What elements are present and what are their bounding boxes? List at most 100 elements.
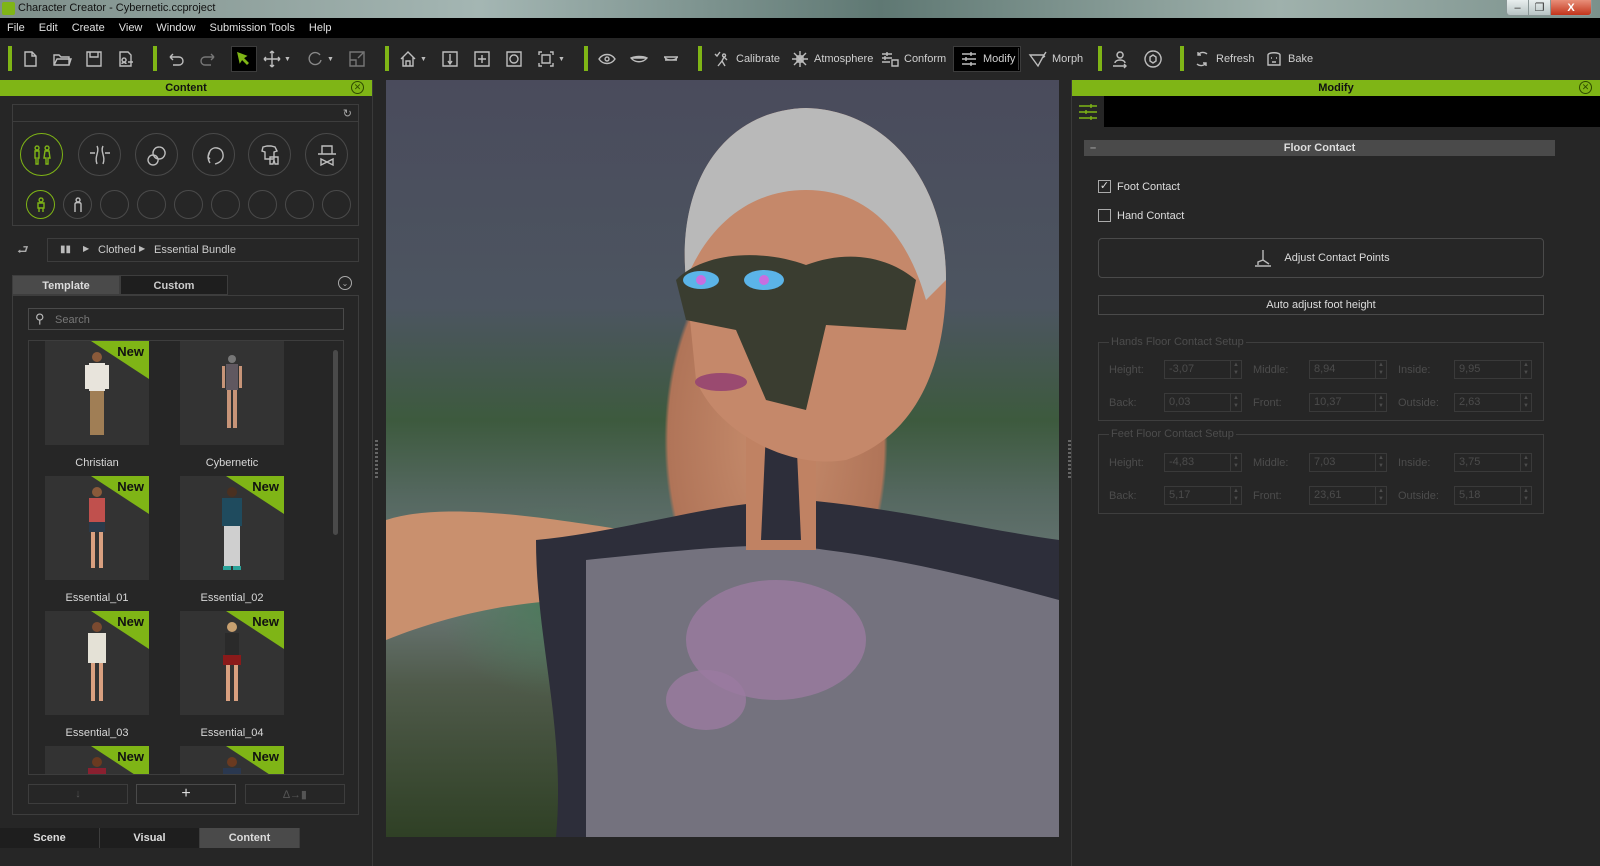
download-button[interactable]: ↓ (28, 784, 128, 804)
mouth-view-button[interactable] (629, 48, 649, 70)
atmosphere-button[interactable]: Atmosphere (790, 48, 873, 70)
subcategory-empty[interactable] (211, 190, 240, 219)
category-cloth[interactable] (248, 133, 291, 176)
template-item[interactable]: New (45, 746, 149, 774)
home-camera-button[interactable]: ▼ (398, 48, 427, 70)
frame-view-button[interactable]: ▼ (536, 48, 565, 70)
subcategory-empty[interactable] (174, 190, 203, 219)
orbit-view-button[interactable] (504, 48, 524, 70)
grid-scrollbar[interactable] (333, 350, 338, 535)
select-tool-button[interactable] (231, 46, 257, 72)
breadcrumb-clothed[interactable]: Clothed (98, 244, 136, 256)
subcategory-empty[interactable] (322, 190, 351, 219)
breadcrumb-essential-bundle[interactable]: Essential Bundle (154, 244, 236, 256)
adjust-contact-points-button[interactable]: Adjust Contact Points (1098, 238, 1544, 278)
teeth-view-button[interactable] (661, 48, 681, 70)
spinner-arrows-icon[interactable]: ▲ ▼ (1375, 454, 1386, 471)
left-splitter-handle[interactable] (375, 440, 378, 480)
refresh-button[interactable]: Refresh (1192, 48, 1255, 70)
menu-help[interactable]: Help (309, 22, 332, 34)
people-icon[interactable]: ▮▮ (60, 244, 71, 255)
morph-button[interactable]: Morph (1028, 48, 1083, 70)
spinner-arrows-icon[interactable]: ▲ ▼ (1520, 454, 1531, 471)
category-skin[interactable] (135, 133, 178, 176)
spinner-arrows-icon[interactable]: ▲ ▼ (1230, 487, 1241, 504)
feet-height-spinner[interactable]: -4,83 ▲ ▼ (1164, 453, 1242, 472)
tab-custom[interactable]: Custom (120, 275, 228, 295)
template-item[interactable]: New Essential_02 (180, 476, 284, 604)
spinner-arrows-icon[interactable]: ▲ ▼ (1230, 454, 1241, 471)
redo-button[interactable] (198, 48, 218, 70)
hands-outside-spinner[interactable]: 2,63 ▲ ▼ (1454, 393, 1532, 412)
transfer-button[interactable]: ∆→▮ (245, 784, 345, 804)
tab-template[interactable]: Template (12, 275, 120, 295)
save-button[interactable] (84, 48, 104, 70)
open-button[interactable] (52, 48, 72, 70)
category-morph[interactable] (78, 133, 121, 176)
subcategory-empty[interactable] (285, 190, 314, 219)
options-chevron-icon[interactable]: ⌄ (338, 276, 352, 290)
template-item[interactable]: New Essential_03 (45, 611, 149, 739)
hands-back-spinner[interactable]: 0,03 ▲ ▼ (1164, 393, 1242, 412)
close-panel-icon[interactable]: ✕ (351, 81, 364, 94)
modify-button[interactable]: Modify (953, 46, 1022, 72)
spinner-arrows-icon[interactable]: ▲ ▼ (1230, 361, 1241, 378)
bake-button[interactable]: Bake (1264, 48, 1313, 70)
new-file-button[interactable] (20, 48, 40, 70)
template-item[interactable]: New Essential_04 (180, 611, 284, 739)
feet-outside-spinner[interactable]: 5,18 ▲ ▼ (1454, 486, 1532, 505)
feet-middle-spinner[interactable]: 7,03 ▲ ▼ (1309, 453, 1387, 472)
calibrate-button[interactable]: Calibrate (712, 48, 780, 70)
hand-contact-checkbox[interactable]: Hand Contact (1098, 209, 1184, 222)
fit-view-button[interactable] (440, 48, 460, 70)
template-item[interactable]: New (180, 746, 284, 774)
smart-gallery-button[interactable] (1143, 48, 1163, 70)
modify-sliders-tab[interactable] (1076, 100, 1102, 126)
eye-view-button[interactable] (597, 48, 617, 70)
subcategory-nude[interactable] (63, 190, 92, 219)
refresh-icon[interactable]: ↻ (343, 107, 352, 120)
hands-middle-spinner[interactable]: 8,94 ▲ ▼ (1309, 360, 1387, 379)
foot-contact-checkbox[interactable]: ✓ Foot Contact (1098, 180, 1180, 193)
rotate-tool-button[interactable]: ▼ (305, 48, 334, 70)
scale-tool-button[interactable] (347, 48, 367, 70)
close-button[interactable]: X (1551, 0, 1591, 15)
back-icon[interactable]: ⮐ (17, 241, 29, 263)
menu-file[interactable]: File (7, 22, 25, 34)
move-tool-button[interactable]: ▼ (262, 48, 291, 70)
conform-button[interactable]: Conform (880, 48, 946, 70)
tab-content[interactable]: Content (200, 828, 300, 848)
category-accessory[interactable] (305, 133, 348, 176)
spinner-arrows-icon[interactable]: ▲ ▼ (1375, 361, 1386, 378)
template-item[interactable]: New Christian (45, 341, 149, 469)
3d-viewport[interactable] (386, 80, 1059, 837)
menu-submission-tools[interactable]: Submission Tools (210, 22, 295, 34)
search-input[interactable]: ⚲ Search (28, 308, 344, 330)
feet-front-spinner[interactable]: 23,61 ▲ ▼ (1309, 486, 1387, 505)
menu-window[interactable]: Window (156, 22, 195, 34)
spinner-arrows-icon[interactable]: ▲ ▼ (1520, 394, 1531, 411)
spinner-arrows-icon[interactable]: ▲ ▼ (1230, 394, 1241, 411)
feet-inside-spinner[interactable]: 3,75 ▲ ▼ (1454, 453, 1532, 472)
hands-inside-spinner[interactable]: 9,95 ▲ ▼ (1454, 360, 1532, 379)
subcategory-clothed[interactable] (26, 190, 55, 219)
subcategory-empty[interactable] (100, 190, 129, 219)
subcategory-empty[interactable] (137, 190, 166, 219)
maximize-button[interactable]: ❐ (1529, 0, 1551, 15)
add-button[interactable]: + (136, 784, 236, 804)
undo-button[interactable] (166, 48, 186, 70)
pose-button[interactable] (1110, 48, 1130, 70)
subcategory-empty[interactable] (248, 190, 277, 219)
close-panel-icon[interactable]: ✕ (1579, 81, 1592, 94)
tab-scene[interactable]: Scene (0, 828, 100, 848)
spinner-arrows-icon[interactable]: ▲ ▼ (1375, 487, 1386, 504)
menu-edit[interactable]: Edit (39, 22, 58, 34)
template-item[interactable]: Cybernetic (180, 341, 284, 469)
hands-height-spinner[interactable]: -3,07 ▲ ▼ (1164, 360, 1242, 379)
feet-back-spinner[interactable]: 5,17 ▲ ▼ (1164, 486, 1242, 505)
minimize-button[interactable]: – (1507, 0, 1529, 15)
spinner-arrows-icon[interactable]: ▲ ▼ (1375, 394, 1386, 411)
export-button[interactable] (116, 48, 136, 70)
spinner-arrows-icon[interactable]: ▲ ▼ (1520, 361, 1531, 378)
floor-contact-header[interactable]: – Floor Contact (1084, 140, 1555, 156)
